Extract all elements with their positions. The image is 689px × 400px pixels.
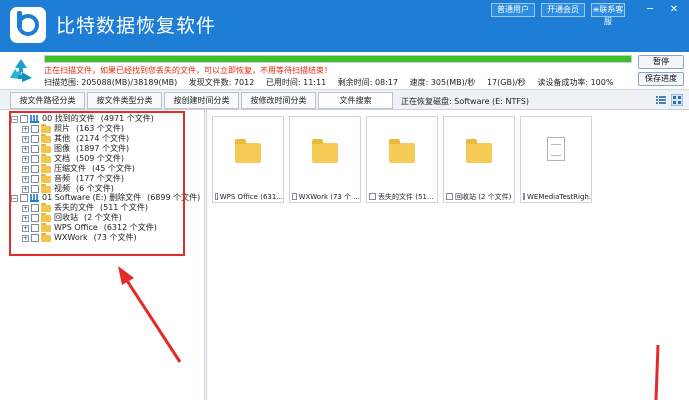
checkbox[interactable]	[523, 193, 525, 200]
scan-progress-bar	[44, 55, 632, 63]
grid-view-icon[interactable]	[671, 94, 683, 106]
app-logo-icon	[10, 7, 46, 43]
files-found: 发现文件数: 7012	[188, 78, 255, 87]
folder-icon	[235, 139, 261, 163]
tab-by-modified-time[interactable]: 按修改时间分类	[241, 92, 316, 109]
checkbox[interactable]	[369, 193, 376, 200]
save-progress-button[interactable]: 保存进度	[638, 72, 684, 86]
folder-icon	[389, 139, 415, 163]
checkbox[interactable]	[215, 193, 218, 200]
contact-support-button[interactable]: ≡联系客服	[591, 3, 625, 26]
app-title: 比特数据恢复软件	[56, 15, 217, 37]
tab-by-type[interactable]: 按文件类型分类	[87, 92, 162, 109]
scan-stats: 扫描范围: 205088(MB)/38189(MB) 发现文件数: 7012 已…	[44, 77, 622, 88]
scan-range: 扫描范围: 205088(MB)/38189(MB)	[44, 78, 178, 87]
folder-icon	[466, 139, 492, 163]
pause-button[interactable]: 暂停	[638, 55, 684, 69]
regular-user-button[interactable]: 普通用户	[491, 3, 535, 17]
remaining-time: 剩余时间: 08:17	[337, 78, 399, 87]
document-icon	[547, 137, 565, 161]
scan-status-message: 正在扫描文件，如果已经找到您丢失的文件，可以立即恢复，不用等待扫描结束！	[44, 66, 332, 75]
minimize-button[interactable]: ─	[640, 3, 660, 17]
scan-progress-fill	[45, 56, 631, 62]
close-button[interactable]: ✕	[664, 3, 684, 17]
file-card[interactable]: WXWork (73 个 ...	[289, 116, 361, 203]
category-tabs: 按文件路径分类 按文件类型分类 按创建时间分类 按修改时间分类 文件搜索 正在恢…	[0, 90, 689, 110]
tab-by-path[interactable]: 按文件路径分类	[10, 92, 85, 109]
file-card[interactable]: WPS Office (631...	[212, 116, 284, 203]
file-card[interactable]: 回收站 (2 个文件)	[443, 116, 515, 203]
tab-by-created-time[interactable]: 按创建时间分类	[164, 92, 239, 109]
file-card[interactable]: 丢失的文件 (51...	[366, 116, 438, 203]
file-card[interactable]: WEMediaTestRigh...	[520, 116, 592, 203]
title-bar: 比特数据恢复软件 普通用户 开通会员 ≡联系客服 ─ ✕	[0, 0, 689, 52]
checkbox[interactable]	[292, 193, 297, 200]
list-view-icon[interactable]	[655, 94, 667, 106]
annotation-highlight-box	[9, 111, 185, 256]
scan-progress-panel: 正在扫描文件，如果已经找到您丢失的文件，可以立即恢复，不用等待扫描结束！ 扫描范…	[0, 52, 689, 90]
become-member-button[interactable]: 开通会员	[541, 3, 585, 17]
read-success-rate: 读设备成功率: 100%	[537, 78, 614, 87]
elapsed-time: 已用时间: 11:11	[265, 78, 327, 87]
folder-icon	[312, 139, 338, 163]
recycle-icon	[10, 59, 32, 82]
scan-speed-gb: 17(GB)/秒	[486, 78, 526, 87]
tab-file-search[interactable]: 文件搜索	[318, 92, 393, 109]
current-disk-label: 正在恢复磁盘: Software (E: NTFS)	[401, 97, 529, 106]
scan-speed: 速度: 305(MB)/秒	[409, 78, 476, 87]
checkbox[interactable]	[446, 193, 453, 200]
